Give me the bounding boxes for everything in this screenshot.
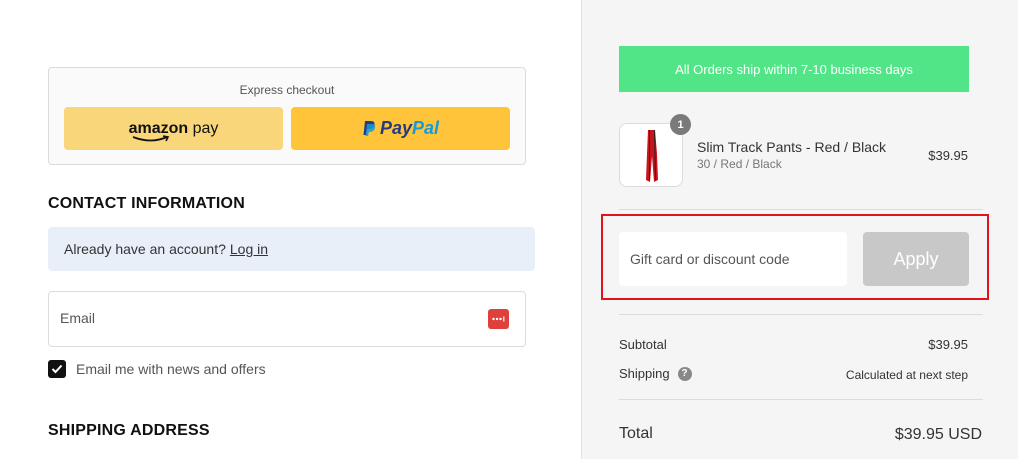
divider [619,209,983,210]
password-manager-icon[interactable] [488,309,509,329]
discount-code-input[interactable] [619,232,847,286]
checkout-form-panel: Express checkout amazon pay PayPal CONTA… [0,0,581,459]
paypal-logo: PayPal [362,118,439,139]
newsletter-option: Email me with news and offers [48,360,266,378]
product-variant: 30 / Red / Black [697,157,782,171]
login-link[interactable]: Log in [230,241,268,257]
amazon-pay-logo: amazon pay [129,120,218,141]
checkmark-icon [51,364,63,374]
shipping-value: Calculated at next step [845,368,968,382]
newsletter-checkbox[interactable] [48,360,66,378]
newsletter-label: Email me with news and offers [76,361,266,377]
product-price: $39.95 [928,148,968,163]
divider [619,399,983,400]
order-summary-panel: All Orders ship within 7-10 business day… [581,0,1018,459]
email-field-container [48,291,526,347]
paypal-button[interactable]: PayPal [291,107,510,150]
contact-information-heading: CONTACT INFORMATION [48,195,245,212]
help-icon[interactable]: ? [677,366,692,381]
paypal-p-icon [363,121,376,136]
express-checkout-box: Express checkout amazon pay PayPal [48,67,526,165]
total-value: $39.95 USD [894,426,982,443]
shipping-label: Shipping [619,366,670,381]
shipping-address-heading: SHIPPING ADDRESS [48,422,210,439]
shipping-row-label: Shipping ? [619,366,692,381]
apply-discount-button[interactable]: Apply [863,232,969,286]
email-input[interactable] [60,310,460,326]
subtotal-label: Subtotal [619,337,667,352]
divider [619,314,983,315]
amazon-pay-button[interactable]: amazon pay [64,107,283,150]
password-dots-icon [492,316,505,322]
product-name: Slim Track Pants - Red / Black [697,139,887,155]
quantity-badge: 1 [670,114,691,135]
express-checkout-title: Express checkout [239,83,335,97]
total-label: Total [619,425,653,442]
account-prompt-text: Already have an account? [64,241,226,257]
amazon-smile-icon [132,134,169,141]
shipping-time-banner: All Orders ship within 7-10 business day… [619,46,969,92]
account-login-prompt: Already have an account? Log in [48,227,535,271]
subtotal-value: $39.95 [928,337,968,352]
